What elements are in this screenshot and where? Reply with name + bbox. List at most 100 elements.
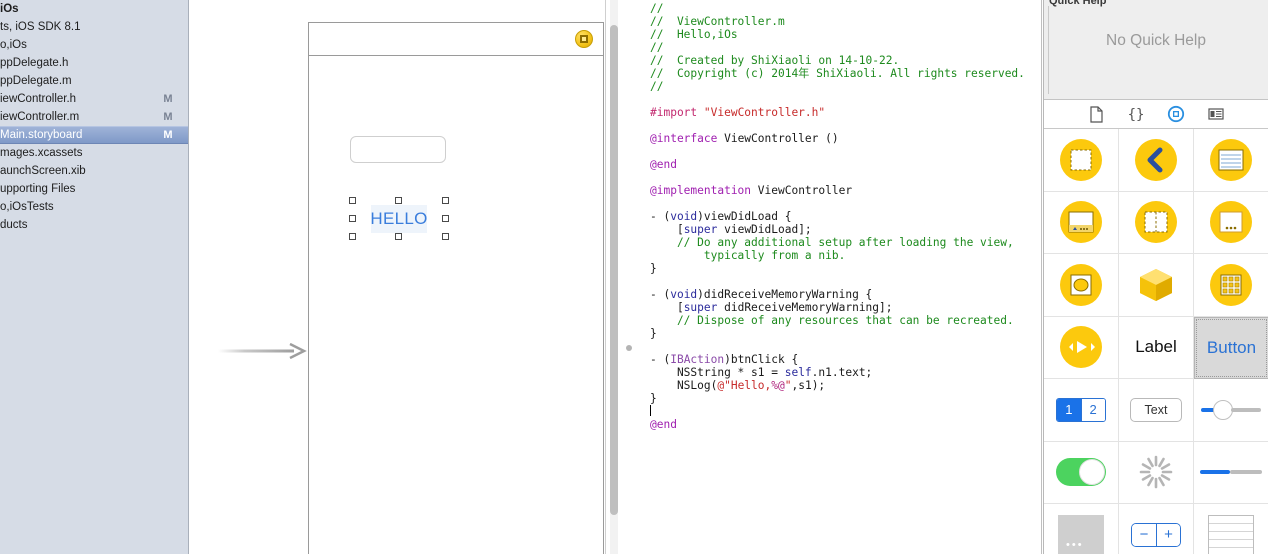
resize-handle-top-center[interactable] xyxy=(395,197,402,204)
image-picker-object[interactable] xyxy=(1044,254,1119,317)
tab-bar-controller-object[interactable] xyxy=(1044,191,1119,254)
gutter-breakpoint-marker[interactable] xyxy=(626,345,632,351)
table-view-object[interactable] xyxy=(1194,504,1268,554)
code-snippet-icon[interactable]: {} xyxy=(1126,104,1146,124)
editor-gutter[interactable] xyxy=(605,0,643,554)
object-library-icon[interactable] xyxy=(1166,104,1186,124)
code-token: } xyxy=(650,327,657,340)
av-player-object[interactable] xyxy=(1044,316,1119,379)
code-line[interactable]: // Created by ShiXiaoli on 14-10-22. xyxy=(643,54,1041,67)
code-line[interactable]: } xyxy=(643,327,1041,340)
navigator-row[interactable]: aunchScreen.xib xyxy=(0,162,188,180)
navigation-controller-object[interactable] xyxy=(1119,129,1194,192)
utilities-panel[interactable]: Quick Help No Quick Help {} Label Button 1… xyxy=(1043,0,1268,554)
code-line[interactable]: // Dispose of any resources that can be … xyxy=(643,314,1041,327)
segmented-control-object[interactable]: 12 xyxy=(1044,379,1119,442)
collection-view-controller-object[interactable] xyxy=(1194,254,1268,317)
editor-scrollbar-thumb[interactable] xyxy=(610,25,618,515)
navigator-row[interactable]: iewController.h M xyxy=(0,90,188,108)
navigator-row[interactable]: ts, iOS SDK 8.1 xyxy=(0,18,188,36)
source-code-editor[interactable]: //// ViewController.m// Hello,iOs//// Cr… xyxy=(643,0,1041,554)
navigator-row-status-badge: M xyxy=(163,111,173,123)
code-line[interactable]: @implementation ViewController xyxy=(643,184,1041,197)
code-line[interactable]: } xyxy=(643,262,1041,275)
resize-handle-bottom-right[interactable] xyxy=(442,233,449,240)
code-line[interactable]: typically from a nib. xyxy=(643,249,1041,262)
code-line[interactable]: @interface ViewController () xyxy=(643,132,1041,145)
code-line[interactable]: } xyxy=(643,392,1041,405)
storyboard-scene[interactable]: HELLO xyxy=(308,22,604,554)
project-navigator-list[interactable]: iOs ts, iOS SDK 8.1 o,iOs ppDelegate.h ppDel… xyxy=(0,0,188,234)
resize-handle-bottom-center[interactable] xyxy=(395,233,402,240)
navigator-row[interactable]: ppDelegate.m xyxy=(0,72,188,90)
object-library-grid[interactable]: Label Button 1 2 Text ••• − + xyxy=(1044,129,1268,554)
canvas-text-field[interactable] xyxy=(350,136,446,163)
label-object[interactable]: Label xyxy=(1119,316,1194,379)
media-library-icon[interactable] xyxy=(1206,104,1226,124)
code-line[interactable] xyxy=(643,275,1041,288)
code-line[interactable]: // xyxy=(643,41,1041,54)
progress-view-object[interactable] xyxy=(1194,441,1268,504)
code-line[interactable] xyxy=(643,93,1041,106)
view-controller-badge-icon[interactable] xyxy=(575,30,593,48)
code-line[interactable]: NSLog(@"Hello,%@",s1); xyxy=(643,379,1041,392)
resize-handle-middle-right[interactable] xyxy=(442,215,449,222)
resize-handle-middle-left[interactable] xyxy=(349,215,356,222)
code-line[interactable]: // ViewController.m xyxy=(643,15,1041,28)
navigator-row[interactable]: upporting Files xyxy=(0,180,188,198)
navigator-row[interactable]: ducts xyxy=(0,216,188,234)
navigator-row[interactable]: iOs xyxy=(0,0,188,18)
page-control-object[interactable]: ••• xyxy=(1044,504,1119,554)
navigator-row[interactable]: ppDelegate.h xyxy=(0,54,188,72)
code-line[interactable]: [super didReceiveMemoryWarning]; xyxy=(643,301,1041,314)
code-line[interactable] xyxy=(643,405,1041,418)
project-navigator[interactable]: iOs ts, iOS SDK 8.1 o,iOs ppDelegate.h ppDel… xyxy=(0,0,189,554)
navigator-row[interactable]: mages.xcassets xyxy=(0,144,188,162)
code-line[interactable] xyxy=(643,119,1041,132)
switch-object[interactable] xyxy=(1044,441,1119,504)
table-view-controller-object[interactable] xyxy=(1194,129,1268,192)
split-view-controller-object[interactable] xyxy=(1119,191,1194,254)
canvas-button-selection[interactable]: HELLO xyxy=(349,197,449,241)
navigator-row[interactable]: Main.storyboard M xyxy=(0,126,188,144)
button-object[interactable]: Button xyxy=(1194,316,1268,379)
activity-indicator-object[interactable] xyxy=(1119,441,1194,504)
code-line[interactable]: // Hello,iOs xyxy=(643,28,1041,41)
code-line[interactable] xyxy=(643,197,1041,210)
code-line[interactable]: // xyxy=(643,2,1041,15)
code-line[interactable]: @end xyxy=(643,158,1041,171)
code-line[interactable] xyxy=(643,340,1041,353)
navigator-row[interactable]: o,iOs xyxy=(0,36,188,54)
resize-handle-top-right[interactable] xyxy=(442,197,449,204)
code-line[interactable]: - (void)viewDidLoad { xyxy=(643,210,1041,223)
code-token: "ViewController.h" xyxy=(703,106,826,119)
code-token: NSString * s1 = xyxy=(650,366,785,379)
slider-object[interactable] xyxy=(1194,379,1268,442)
text-field-object[interactable]: Text xyxy=(1119,379,1194,442)
library-tab-bar[interactable]: {} xyxy=(1044,100,1268,129)
code-line[interactable]: // Do any additional setup after loading… xyxy=(643,236,1041,249)
file-template-icon[interactable] xyxy=(1086,104,1106,124)
code-line[interactable]: // Copyright (c) 2014年 ShiXiaoli. All ri… xyxy=(643,67,1041,80)
code-line[interactable]: @end xyxy=(643,418,1041,431)
navigator-row[interactable]: o,iOsTests xyxy=(0,198,188,216)
resize-handle-top-left[interactable] xyxy=(349,197,356,204)
stepper-object[interactable]: − + xyxy=(1119,504,1194,554)
slider-track xyxy=(1231,407,1261,412)
code-line[interactable]: #import "ViewController.h" xyxy=(643,106,1041,119)
code-token: didReceiveMemoryWarning]; xyxy=(717,301,893,314)
code-line[interactable]: // xyxy=(643,80,1041,93)
code-line[interactable]: NSString * s1 = self.n1.text; xyxy=(643,366,1041,379)
view-controller-object[interactable] xyxy=(1044,129,1119,192)
object-cube[interactable] xyxy=(1119,254,1194,317)
code-line[interactable]: [super viewDidLoad]; xyxy=(643,223,1041,236)
resize-handle-bottom-left[interactable] xyxy=(349,233,356,240)
code-line[interactable] xyxy=(643,171,1041,184)
canvas-button[interactable]: HELLO xyxy=(370,205,427,233)
code-line[interactable] xyxy=(643,145,1041,158)
navigator-row[interactable]: iewController.m M xyxy=(0,108,188,126)
code-line[interactable]: - (void)didReceiveMemoryWarning { xyxy=(643,288,1041,301)
page-view-controller-object[interactable] xyxy=(1194,191,1268,254)
interface-builder-canvas[interactable]: HELLO xyxy=(190,0,640,554)
code-line[interactable]: - (IBAction)btnClick { xyxy=(643,353,1041,366)
